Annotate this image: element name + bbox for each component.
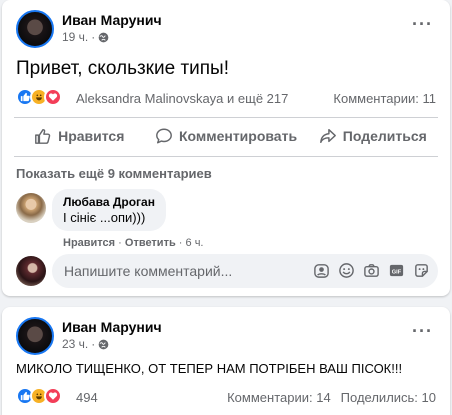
love-reaction-icon bbox=[44, 387, 62, 405]
comment-label: Комментировать bbox=[178, 128, 298, 144]
comment-actions: Нравится · Ответить · 6 ч. bbox=[63, 237, 204, 249]
composer-icons: GIF bbox=[313, 262, 430, 279]
thumbs-up-icon bbox=[35, 128, 51, 144]
author-name[interactable]: Иван Марунич bbox=[62, 319, 162, 335]
comment-bubble: Любава Дроган І сініє ...опи))) bbox=[52, 189, 166, 231]
post-text: Привет, скользкие типы! bbox=[16, 58, 229, 79]
divider bbox=[14, 156, 438, 157]
post-time[interactable]: 19 ч. bbox=[62, 30, 88, 44]
gif-icon[interactable]: GIF bbox=[388, 262, 405, 279]
show-more-comments-link[interactable]: Показать ещё 9 комментариев bbox=[16, 166, 212, 181]
globe-icon bbox=[98, 339, 109, 349]
divider bbox=[14, 117, 438, 118]
post-meta: 19 ч. · bbox=[62, 30, 109, 44]
reaction-icons[interactable] bbox=[16, 88, 62, 106]
more-options-icon[interactable]: ··· bbox=[412, 14, 433, 35]
current-user-avatar[interactable] bbox=[16, 256, 46, 286]
author-avatar[interactable] bbox=[16, 10, 54, 48]
sticker-icon[interactable] bbox=[413, 262, 430, 279]
more-options-icon[interactable]: ··· bbox=[412, 321, 433, 342]
comment-like-button[interactable]: Нравится bbox=[63, 237, 115, 249]
author-name[interactable]: Иван Марунич bbox=[62, 12, 162, 28]
svg-text:GIF: GIF bbox=[392, 269, 402, 275]
reactions-summary[interactable]: Aleksandra Malinovskaya и ещё 217 bbox=[76, 91, 288, 106]
emoji-icon[interactable] bbox=[338, 262, 355, 279]
reactions-count[interactable]: 494 bbox=[76, 390, 98, 405]
comments-count[interactable]: Комментарии: 14 bbox=[227, 390, 331, 405]
action-bar: Нравится Комментировать Поделиться bbox=[14, 120, 438, 152]
commenter-name[interactable]: Любава Дроган bbox=[63, 195, 155, 209]
post-text: МИКОЛО ТИЩЕНКО, ОТ ТЕПЕР НАМ ПОТРІБЕН ВА… bbox=[16, 361, 403, 376]
share-button[interactable]: Поделиться bbox=[308, 120, 438, 152]
share-icon bbox=[319, 128, 336, 144]
meta-separator: · bbox=[91, 337, 96, 351]
comment-button[interactable]: Комментировать bbox=[144, 120, 307, 152]
comment-reply-button[interactable]: Ответить bbox=[125, 237, 176, 249]
like-label: Нравится bbox=[58, 128, 125, 144]
post-time[interactable]: 23 ч. bbox=[62, 337, 88, 351]
comment-time[interactable]: 6 ч. bbox=[186, 237, 204, 249]
comments-count[interactable]: Комментарии: 11 bbox=[333, 91, 436, 106]
post-stats: Комментарии: 14 Поделились: 10 bbox=[227, 390, 436, 405]
love-reaction-icon bbox=[44, 88, 62, 106]
shares-count[interactable]: Поделились: 10 bbox=[341, 390, 436, 405]
avatar-sticker-icon[interactable] bbox=[313, 262, 330, 279]
comment-input-placeholder: Напишите комментарий... bbox=[64, 263, 233, 279]
reaction-icons[interactable] bbox=[16, 387, 62, 405]
like-button[interactable]: Нравится bbox=[14, 120, 144, 152]
comment-icon bbox=[156, 128, 172, 144]
post-card: Иван Марунич 23 ч. · ··· МИКОЛО ТИЩЕНКО,… bbox=[2, 307, 450, 415]
separator: · bbox=[118, 237, 125, 249]
author-avatar[interactable] bbox=[16, 317, 54, 355]
share-label: Поделиться bbox=[342, 128, 427, 144]
globe-icon bbox=[98, 32, 109, 42]
commenter-avatar[interactable] bbox=[16, 193, 46, 223]
post-meta: 23 ч. · bbox=[62, 337, 109, 351]
post-card: Иван Марунич 19 ч. · ··· Привет, скользк… bbox=[2, 0, 450, 296]
meta-separator: · bbox=[91, 30, 96, 44]
comment-text: І сініє ...опи))) bbox=[63, 210, 146, 225]
separator: · bbox=[178, 237, 186, 249]
camera-icon[interactable] bbox=[363, 262, 380, 279]
